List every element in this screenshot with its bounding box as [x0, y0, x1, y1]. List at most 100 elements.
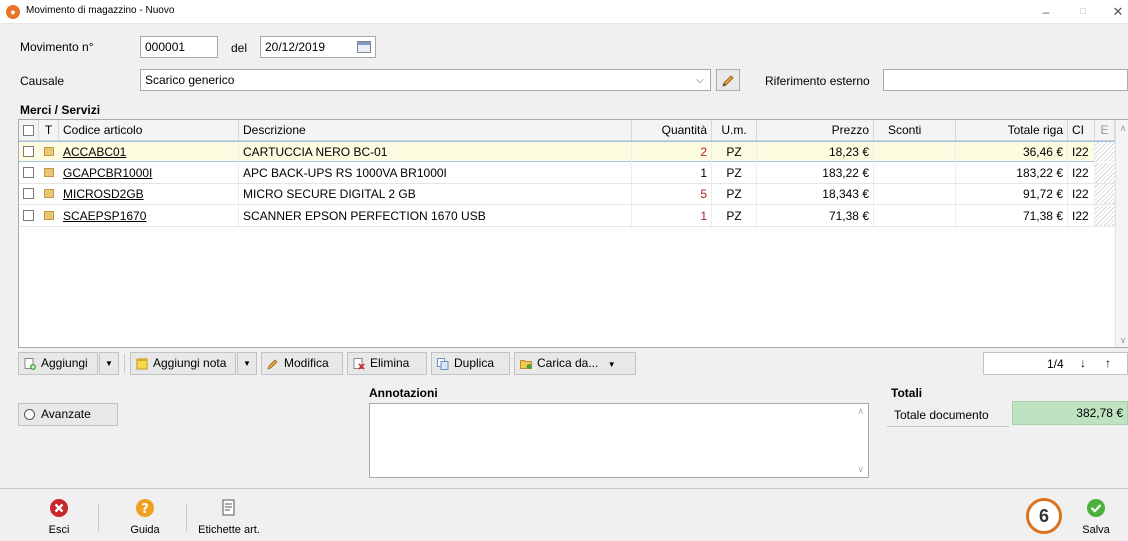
col-quantita-header[interactable]: Quantità: [632, 120, 712, 141]
salva-label: Salva: [1082, 524, 1110, 536]
salva-button[interactable]: Salva: [1076, 488, 1116, 541]
note-icon: [136, 358, 148, 370]
caret-down-icon: ▼: [607, 360, 616, 369]
col-totale-header[interactable]: Totale riga: [956, 120, 1068, 141]
row-codice[interactable]: MICROSD2GB: [59, 184, 239, 204]
select-all-cell[interactable]: [19, 120, 39, 141]
row-checkbox[interactable]: [23, 210, 34, 221]
aggiungi-dropdown[interactable]: ▼: [99, 352, 119, 375]
table-row[interactable]: GCAPCBR1000I APC BACK-UPS RS 1000VA BR10…: [19, 163, 1115, 184]
table-row[interactable]: MICROSD2GB MICRO SECURE DIGITAL 2 GB 5 P…: [19, 184, 1115, 205]
etichette-button[interactable]: Etichette art.: [196, 488, 262, 541]
elimina-label: Elimina: [370, 356, 410, 370]
row-um: PZ: [712, 163, 757, 183]
exit-icon: [50, 499, 68, 517]
row-codice[interactable]: ACCABC01: [59, 142, 239, 162]
article-icon: [44, 211, 54, 220]
grid-scrollbar[interactable]: ∧ ∨: [1115, 120, 1128, 347]
table-row[interactable]: ACCABC01 CARTUCCIA NERO BC-01 2 PZ 18,23…: [19, 141, 1115, 162]
table-row[interactable]: SCAEPSP1670 SCANNER EPSON PERFECTION 167…: [19, 206, 1115, 227]
article-icon: [44, 168, 54, 177]
scroll-up-icon[interactable]: ∧: [857, 406, 864, 417]
avanzate-button[interactable]: Avanzate: [18, 403, 118, 426]
close-button[interactable]: ✕: [1108, 3, 1128, 21]
row-checkbox[interactable]: [23, 146, 34, 157]
col-ci-header[interactable]: CI: [1068, 120, 1095, 141]
row-e-cell: [1095, 206, 1115, 226]
chevron-down-icon[interactable]: ⌵: [696, 75, 704, 86]
causale-value: Scarico generico: [145, 73, 235, 87]
row-ci: I22: [1068, 142, 1095, 162]
row-checkbox[interactable]: [23, 188, 34, 199]
row-descrizione: APC BACK-UPS RS 1000VA BR1000I: [239, 163, 632, 183]
annotazioni-textarea[interactable]: ∧ ∨: [369, 403, 869, 478]
bottom-separator: [186, 505, 187, 531]
caret-down-icon: ▼: [243, 359, 251, 368]
add-document-icon: [24, 358, 36, 370]
row-totale: 36,46 €: [956, 142, 1068, 162]
del-label: del: [231, 41, 248, 55]
movimento-number-field[interactable]: 000001: [140, 36, 218, 58]
pencil-icon: [722, 75, 734, 87]
save-check-icon: [1087, 499, 1105, 517]
label-print-icon: [222, 499, 235, 516]
calendar-icon[interactable]: [357, 41, 371, 53]
col-um-header[interactable]: U.m.: [712, 120, 757, 141]
minimize-button[interactable]: –: [1036, 3, 1056, 21]
esci-button[interactable]: Esci: [36, 488, 82, 541]
col-e-header[interactable]: E: [1095, 120, 1115, 141]
modifica-button[interactable]: Modifica: [261, 352, 343, 375]
scroll-up-icon[interactable]: ∧: [1116, 123, 1128, 134]
col-codice-header[interactable]: Codice articolo: [59, 120, 239, 141]
aggiungi-button[interactable]: Aggiungi: [18, 352, 98, 375]
row-sconti: [874, 206, 956, 226]
svg-text:?: ?: [141, 502, 149, 517]
causale-combo[interactable]: Scarico generico: [140, 69, 711, 91]
row-um: PZ: [712, 184, 757, 204]
row-prezzo: 18,343 €: [757, 184, 874, 204]
folder-load-icon: [520, 360, 532, 369]
col-descrizione-header[interactable]: Descrizione: [239, 120, 632, 141]
row-prezzo: 183,22 €: [757, 163, 874, 183]
carica-da-button[interactable]: Carica da... ▼: [514, 352, 636, 375]
riferimento-field[interactable]: [883, 69, 1128, 91]
row-totale: 91,72 €: [956, 184, 1068, 204]
row-sconti: [874, 184, 956, 204]
maximize-button[interactable]: □: [1073, 3, 1093, 21]
pencil-icon: [267, 359, 278, 370]
arrow-up-icon[interactable]: ↑: [1105, 356, 1111, 370]
elimina-button[interactable]: Elimina: [347, 352, 427, 375]
row-um: PZ: [712, 142, 757, 162]
col-sconti-header[interactable]: Sconti: [874, 120, 956, 141]
avanzate-label: Avanzate: [41, 407, 91, 421]
col-prezzo-header[interactable]: Prezzo: [757, 120, 874, 141]
aggiungi-nota-button[interactable]: Aggiungi nota: [130, 352, 236, 375]
col-t-header[interactable]: T: [39, 120, 59, 141]
aggiungi-nota-label: Aggiungi nota: [153, 356, 227, 370]
row-descrizione: CARTUCCIA NERO BC-01: [239, 142, 632, 162]
row-codice[interactable]: SCAEPSP1670: [59, 206, 239, 226]
delete-icon: [353, 358, 365, 370]
scroll-down-icon[interactable]: ∨: [857, 464, 864, 475]
select-all-checkbox[interactable]: [23, 125, 34, 136]
row-descrizione: SCANNER EPSON PERFECTION 1670 USB: [239, 206, 632, 226]
row-quantita: 5: [632, 184, 712, 204]
pager-text: 1/4: [1047, 357, 1064, 371]
row-e-cell: [1095, 163, 1115, 183]
aggiungi-nota-dropdown[interactable]: ▼: [237, 352, 257, 375]
duplica-button[interactable]: Duplica: [431, 352, 510, 375]
modifica-label: Modifica: [284, 356, 329, 370]
duplicate-icon: [437, 358, 449, 370]
row-checkbox[interactable]: [23, 167, 34, 178]
movimento-label: Movimento n°: [20, 40, 94, 54]
arrow-down-icon[interactable]: ↓: [1080, 356, 1086, 370]
article-icon: [44, 189, 54, 198]
title-bar: ● Movimento di magazzino - Nuovo – □ ✕: [0, 0, 1128, 24]
window-title: Movimento di magazzino - Nuovo: [26, 5, 175, 16]
scroll-down-icon[interactable]: ∨: [1116, 335, 1128, 346]
row-codice[interactable]: GCAPCBR1000I: [59, 163, 239, 183]
toolbar-separator: [124, 354, 125, 373]
guida-button[interactable]: ? Guida: [120, 488, 170, 541]
grid-header: T Codice articolo Descrizione Quantità U…: [19, 120, 1128, 141]
edit-causale-button[interactable]: [716, 69, 740, 91]
